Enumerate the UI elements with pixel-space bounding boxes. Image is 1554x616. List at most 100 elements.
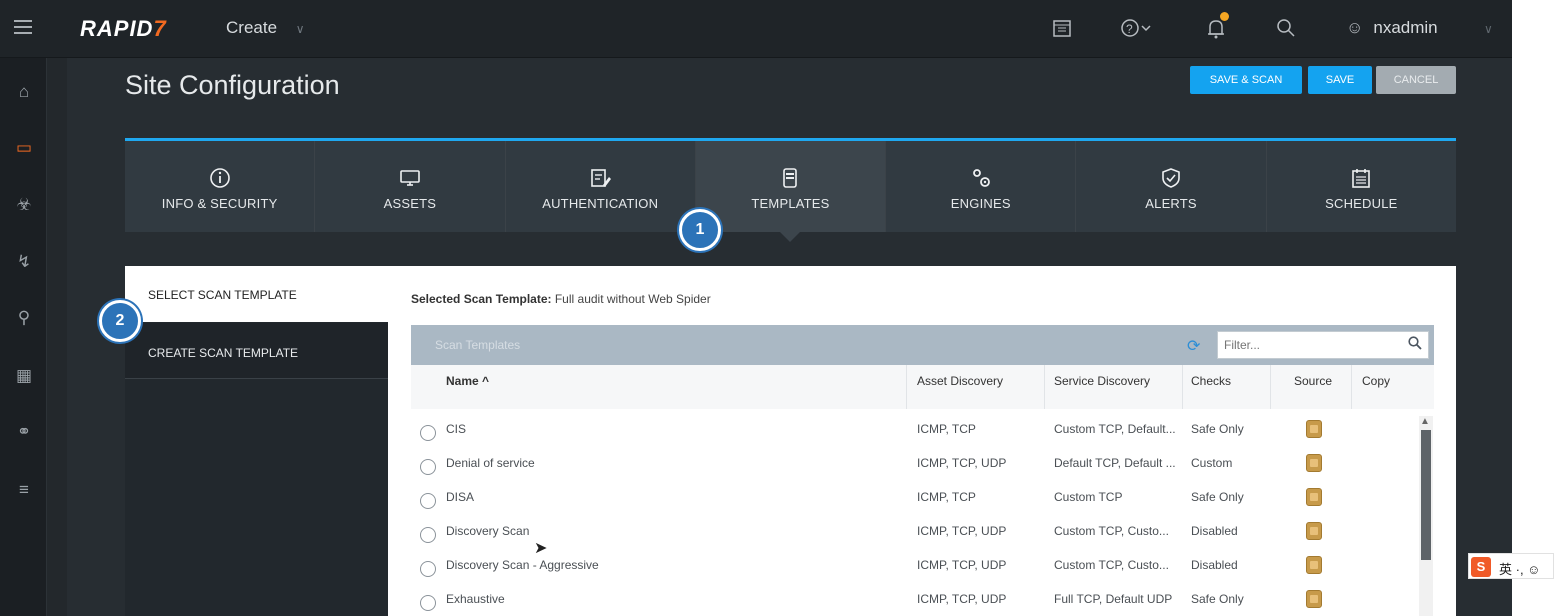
policy-award-icon[interactable]: ⚲ xyxy=(12,306,36,330)
tab-alerts[interactable]: ALERTS xyxy=(1076,141,1267,232)
search-icon[interactable] xyxy=(1408,336,1422,353)
template-radio[interactable] xyxy=(420,493,436,509)
notification-dot xyxy=(1220,12,1229,21)
column-asset-discovery[interactable]: Asset Discovery xyxy=(917,374,1003,388)
built-in-source-icon xyxy=(1306,488,1322,506)
menu-icon[interactable] xyxy=(14,20,32,34)
service-discovery-value: Full TCP, Default UDP xyxy=(1054,592,1173,606)
tab-authentication[interactable]: AUTHENTICATION xyxy=(505,141,696,232)
table-row[interactable]: Denial of service ICMP, TCP, UDP Default… xyxy=(411,448,1411,482)
save-and-scan-button[interactable]: SAVE & SCAN xyxy=(1190,66,1302,94)
shield-check-icon xyxy=(1076,167,1265,195)
table-row[interactable]: CIS ICMP, TCP Custom TCP, Default... Saf… xyxy=(411,414,1411,448)
save-button[interactable]: SAVE xyxy=(1308,66,1372,94)
service-discovery-value: Default TCP, Default ... xyxy=(1054,456,1176,470)
assets-monitor-icon[interactable]: ▭ xyxy=(12,136,36,160)
asset-discovery-value: ICMP, TCP, UDP xyxy=(917,592,1007,606)
left-sidebar: ⌂ ▭ ☣ ↯ ⚲ ▦ ⚭ ≡ xyxy=(0,58,47,616)
column-name[interactable]: Name ^ xyxy=(446,374,489,388)
template-radio[interactable] xyxy=(420,459,436,475)
biohazard-icon[interactable]: ☣ xyxy=(12,193,36,217)
home-icon[interactable]: ⌂ xyxy=(12,80,36,104)
asset-discovery-value: ICMP, TCP xyxy=(917,490,976,504)
calendar-icon[interactable] xyxy=(1052,18,1072,43)
refresh-icon[interactable]: ⟳ xyxy=(1187,336,1200,356)
user-menu[interactable]: ☺ nxadmin xyxy=(1346,18,1438,38)
app-window: RAPID7 Create ∨ ? ☺ nxadmin ∨ ⌂ ▭ ☣ ↯ ⚲ ▦… xyxy=(0,0,1512,616)
service-discovery-value: Custom TCP xyxy=(1054,490,1123,504)
built-in-source-icon xyxy=(1306,522,1322,540)
help-icon[interactable]: ? xyxy=(1120,18,1156,43)
template-name: Discovery Scan xyxy=(446,524,530,538)
scroll-thumb[interactable] xyxy=(1421,430,1431,560)
built-in-source-icon xyxy=(1306,454,1322,472)
table-row[interactable]: DISA ICMP, TCP Custom TCP Safe Only xyxy=(411,482,1411,516)
select-scan-template-item[interactable]: SELECT SCAN TEMPLATE xyxy=(125,266,388,322)
reports-chart-icon[interactable]: ▦ xyxy=(12,364,36,388)
tab-label: ENGINES xyxy=(950,196,1011,211)
create-scan-template-item[interactable]: CREATE SCAN TEMPLATE xyxy=(125,323,388,379)
column-divider xyxy=(1044,365,1045,409)
tab-label: ASSETS xyxy=(383,196,437,211)
template-name: DISA xyxy=(446,490,475,504)
search-icon[interactable] xyxy=(1276,18,1296,43)
checks-value: Safe Only xyxy=(1191,422,1244,436)
remediation-icon[interactable]: ↯ xyxy=(12,250,36,274)
checks-value: Safe Only xyxy=(1191,490,1244,504)
tab-templates[interactable]: TEMPLATES xyxy=(695,141,887,242)
rapid7-logo[interactable]: RAPID7 xyxy=(80,16,167,42)
monitor-icon xyxy=(315,167,504,195)
built-in-source-icon xyxy=(1306,420,1322,438)
list-icon[interactable]: ≡ xyxy=(12,478,36,502)
input-method-bar[interactable]: S 英 ·, ☺ xyxy=(1468,553,1554,579)
filter-input[interactable] xyxy=(1218,332,1398,358)
selected-template-value: Full audit without Web Spider xyxy=(554,292,711,306)
template-radio[interactable] xyxy=(420,561,436,577)
column-copy[interactable]: Copy xyxy=(1362,374,1390,388)
template-radio[interactable] xyxy=(420,595,436,611)
asset-discovery-value: ICMP, TCP, UDP xyxy=(917,558,1007,572)
scroll-up-icon[interactable]: ▲ xyxy=(1420,416,1430,427)
config-tabs: INFO & SECURITY ASSETS AUTHENTICATION TE… xyxy=(125,138,1456,242)
gears-icon xyxy=(886,167,1075,195)
notification-bell-icon[interactable] xyxy=(1206,18,1226,45)
create-label: Create xyxy=(226,18,278,37)
column-divider xyxy=(1351,365,1352,409)
tab-assets[interactable]: ASSETS xyxy=(315,141,506,232)
mouse-cursor-icon: ➤ xyxy=(534,540,548,557)
built-in-source-icon xyxy=(1306,590,1322,608)
built-in-source-icon xyxy=(1306,556,1322,574)
calendar-icon xyxy=(1267,167,1456,195)
chevron-down-icon[interactable]: ∨ xyxy=(1484,22,1493,36)
asset-discovery-value: ICMP, TCP, UDP xyxy=(917,456,1007,470)
selected-template-line: Selected Scan Template: Full audit witho… xyxy=(411,292,711,306)
column-divider xyxy=(1182,365,1183,409)
table-row[interactable]: Exhaustive ICMP, TCP, UDP Full TCP, Defa… xyxy=(411,584,1411,616)
table-row[interactable]: Discovery Scan ICMP, TCP, UDP Custom TCP… xyxy=(411,516,1411,550)
checks-value: Safe Only xyxy=(1191,592,1244,606)
cancel-button[interactable]: CANCEL xyxy=(1376,66,1456,94)
tab-engines[interactable]: ENGINES xyxy=(886,141,1077,232)
column-checks[interactable]: Checks xyxy=(1191,374,1231,388)
tab-label: ALERTS xyxy=(1145,196,1197,211)
asset-discovery-value: ICMP, TCP, UDP xyxy=(917,524,1007,538)
username: nxadmin xyxy=(1373,18,1438,37)
tab-label: TEMPLATES xyxy=(751,196,830,211)
table-row[interactable]: Discovery Scan - Aggressive ICMP, TCP, U… xyxy=(411,550,1411,584)
create-dropdown[interactable]: Create ∨ xyxy=(226,18,305,38)
template-radio[interactable] xyxy=(420,425,436,441)
tab-schedule[interactable]: SCHEDULE xyxy=(1266,141,1456,232)
template-radio[interactable] xyxy=(420,527,436,543)
template-name: Denial of service xyxy=(446,456,535,470)
info-icon xyxy=(125,167,314,195)
table-scrollbar[interactable]: ▲ xyxy=(1419,416,1433,616)
service-discovery-value: Custom TCP, Custo... xyxy=(1054,524,1169,538)
tab-info-security[interactable]: INFO & SECURITY xyxy=(125,141,316,232)
template-name: Exhaustive xyxy=(446,592,505,606)
template-name: Discovery Scan - Aggressive xyxy=(446,558,599,572)
filter-field[interactable] xyxy=(1217,331,1429,359)
templates-panel: SELECT SCAN TEMPLATE CREATE SCAN TEMPLAT… xyxy=(125,266,1456,616)
column-service-discovery[interactable]: Service Discovery xyxy=(1054,374,1150,388)
column-source[interactable]: Source xyxy=(1294,374,1332,388)
tag-icon[interactable]: ⚭ xyxy=(12,420,36,444)
